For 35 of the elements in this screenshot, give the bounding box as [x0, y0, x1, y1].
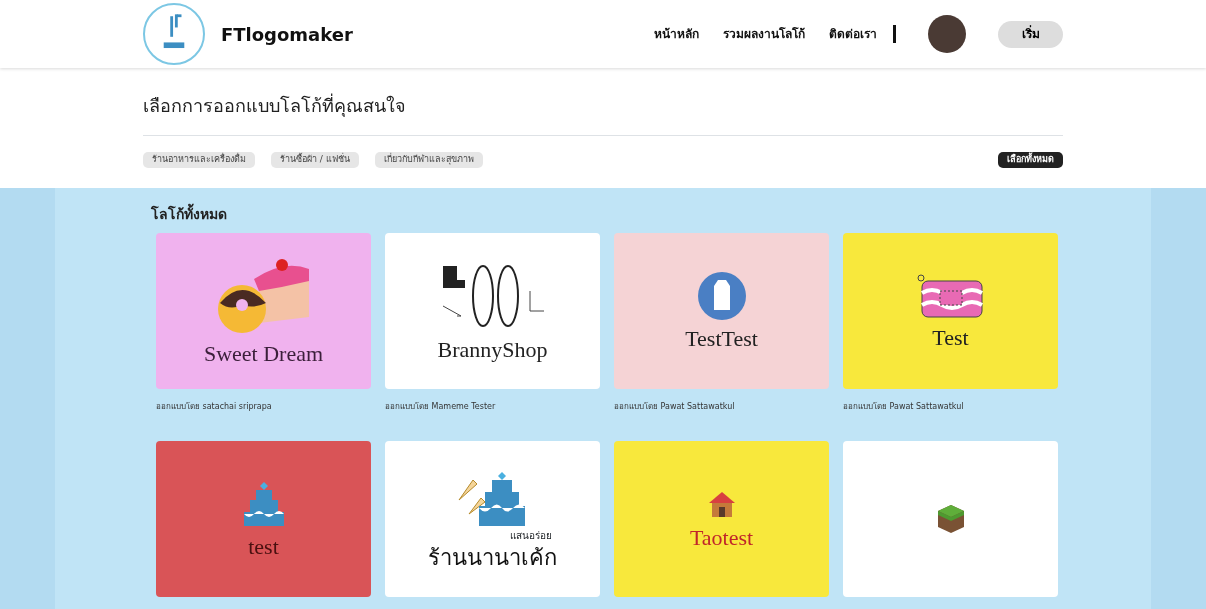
logo-name: TestTest: [685, 328, 758, 350]
logo-card[interactable]: แสนอร่อย ร้านนานาเค้ก: [385, 441, 600, 597]
grass-block-drawing: [935, 503, 966, 535]
logo-card[interactable]: test: [156, 441, 371, 597]
logo-name: BrannyShop: [437, 339, 548, 361]
filter-chip[interactable]: เกี่ยวกับกีฬาและสุขภาพ: [374, 152, 483, 168]
logo-tagline: แสนอร่อย: [510, 528, 552, 543]
designer-credit: ออกแบบโดย Mameme Tester: [385, 401, 497, 413]
nav-link[interactable]: รวมผลงานโลโก้: [723, 25, 805, 43]
pouch-drawing: [915, 273, 986, 319]
section-title: โลโก้ทั้งหมด: [143, 204, 1063, 225]
milk-carton-drawing: [697, 272, 746, 320]
logo-name: Sweet Dream: [203, 343, 324, 365]
logo-card[interactable]: Sweet Dream: [156, 233, 371, 389]
logo-card[interactable]: Test: [843, 233, 1058, 389]
logo-name: test: [248, 536, 279, 558]
logo-card[interactable]: Taotest: [614, 441, 829, 597]
avatar[interactable]: [928, 15, 966, 53]
logo-card[interactable]: TestTest: [614, 233, 829, 389]
nav-divider: [893, 25, 896, 43]
brand-name[interactable]: FTlogomaker: [221, 20, 353, 48]
logo-name: Taotest: [689, 527, 754, 549]
designer-credit: ออกแบบโดย Pawat Sattawatkul: [843, 401, 965, 413]
nav-link[interactable]: หน้าหลัก: [654, 25, 699, 43]
nav-link[interactable]: ติดต่อเรา: [829, 25, 877, 43]
logo-name: Test: [932, 327, 969, 349]
designer-credit: ออกแบบโดย satachai sriprapa: [156, 401, 273, 413]
page-title: เลือกการออกแบบโลโก้ที่คุณสนใจ: [143, 92, 407, 119]
logo-name: ร้านนานาเค้ก: [428, 546, 557, 569]
filter-chip[interactable]: ร้านอาหารและเครื่องดื่ม: [143, 152, 255, 168]
designer-credit: ออกแบบโดย Pawat Sattawatkul: [614, 401, 736, 413]
filter-chip[interactable]: ร้านซื้อผ้า / แฟชั่น: [271, 152, 359, 168]
logo-card[interactable]: BrannyShop: [385, 233, 600, 389]
filter-chip[interactable]: เลือกทั้งหมด: [998, 152, 1063, 168]
start-button[interactable]: เริ่ม: [998, 20, 1063, 48]
